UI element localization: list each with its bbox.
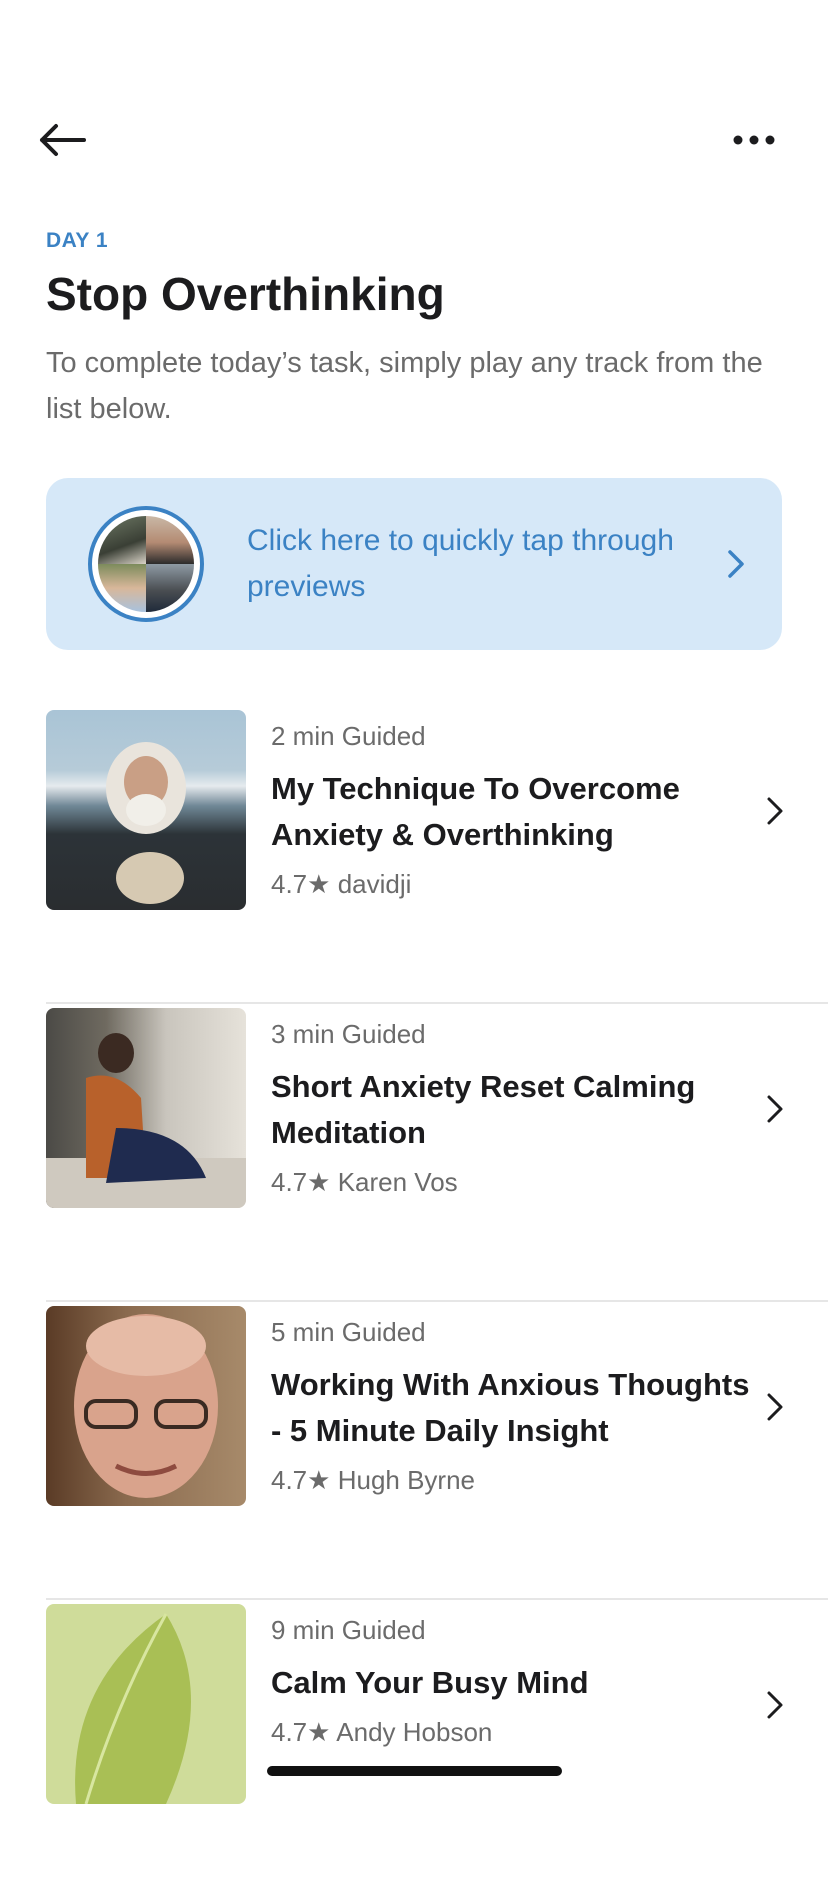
- star-icon: ★: [307, 1717, 331, 1747]
- track-item[interactable]: 5 min Guided Working With Anxious Though…: [0, 1302, 828, 1600]
- track-author: davidji: [337, 869, 412, 899]
- track-thumbnail: [46, 1604, 246, 1804]
- track-title: Working With Anxious Thoughts - 5 Minute…: [271, 1367, 750, 1448]
- teacher-avatar-1: [98, 516, 146, 564]
- task-instructions: To complete today’s task, simply play an…: [46, 347, 763, 425]
- more-horizontal-icon: [733, 135, 775, 145]
- track-duration: 5 min Guided: [271, 1317, 426, 1347]
- quick-previews-label: Click here to quickly tap through previe…: [247, 524, 674, 603]
- track-item[interactable]: 3 min Guided Short Anxiety Reset Calming…: [0, 1004, 828, 1302]
- track-duration: 3 min Guided: [271, 1019, 426, 1049]
- track-thumbnail: [46, 1306, 246, 1506]
- star-icon: ★: [307, 869, 331, 899]
- track-item[interactable]: 2 min Guided My Technique To Overcome An…: [0, 706, 828, 1004]
- track-author: Andy Hobson: [336, 1717, 493, 1747]
- track-title: Short Anxiety Reset Calming Meditation: [271, 1069, 696, 1150]
- chevron-right-icon: [767, 1393, 783, 1421]
- arrow-left-icon: [40, 124, 86, 156]
- track-duration: 2 min Guided: [271, 721, 426, 751]
- track-author: Karen Vos: [337, 1167, 458, 1197]
- teacher-avatar-2: [146, 516, 194, 564]
- teacher-avatar-3: [98, 564, 146, 612]
- track-thumbnail: [46, 1008, 246, 1208]
- quick-previews-banner[interactable]: Click here to quickly tap through previe…: [46, 478, 782, 650]
- status-bar: [0, 0, 828, 96]
- track-title: Calm Your Busy Mind: [271, 1665, 589, 1700]
- track-thumbnail: [46, 710, 246, 910]
- track-author: Hugh Byrne: [337, 1465, 476, 1495]
- day-label: DAY 1: [46, 229, 109, 252]
- track-item[interactable]: 9 min Guided Calm Your Busy Mind 4.7★ An…: [0, 1600, 828, 1898]
- star-icon: ★: [307, 1465, 331, 1495]
- track-rating-row: 4.7★ Karen Vos: [271, 1162, 751, 1202]
- course-header: DAY 1 Stop Overthinking To complete toda…: [46, 226, 786, 432]
- track-rating-row: 4.7★ Hugh Byrne: [271, 1460, 751, 1500]
- track-rating-row: 4.7★ davidji: [271, 864, 751, 904]
- chevron-right-icon: [767, 1691, 783, 1719]
- chevron-right-icon: [767, 1095, 783, 1123]
- track-title: My Technique To Overcome Anxiety & Overt…: [271, 771, 680, 852]
- rating-value: 4.7: [271, 1717, 308, 1747]
- top-nav: [0, 100, 828, 180]
- rating-value: 4.7: [271, 1167, 308, 1197]
- chevron-right-icon: [767, 797, 783, 825]
- teacher-avatar-4: [146, 564, 194, 612]
- track-list: 2 min Guided My Technique To Overcome An…: [0, 706, 828, 1898]
- page-title: Stop Overthinking: [46, 268, 445, 320]
- star-icon: ★: [307, 1167, 331, 1197]
- rating-value: 4.7: [271, 869, 308, 899]
- teachers-avatar-collage: [88, 506, 204, 622]
- track-rating-row: 4.7★ Andy Hobson: [271, 1712, 751, 1752]
- track-duration: 9 min Guided: [271, 1615, 426, 1645]
- chevron-right-icon: [728, 550, 744, 578]
- back-button[interactable]: [38, 118, 102, 162]
- home-indicator[interactable]: [267, 1766, 562, 1776]
- more-options-button[interactable]: [724, 118, 784, 162]
- rating-value: 4.7: [271, 1465, 308, 1495]
